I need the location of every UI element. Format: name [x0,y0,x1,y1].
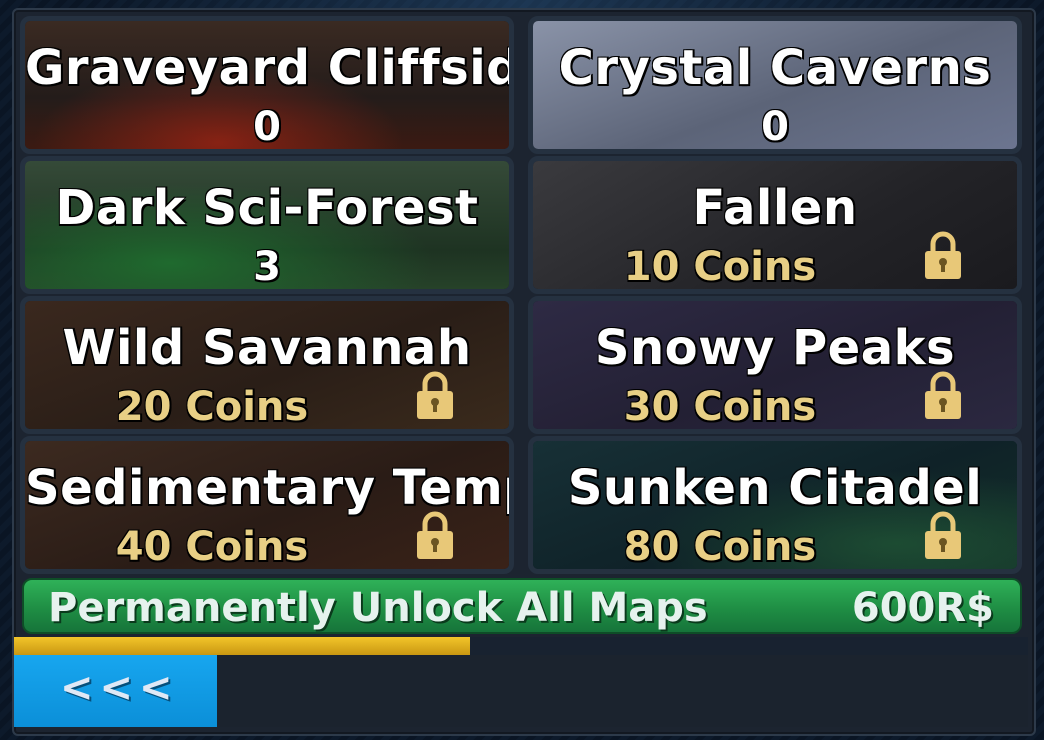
map-card-crystal-caverns[interactable]: Crystal Caverns 0 [528,16,1022,154]
map-name: Snowy Peaks [594,320,956,376]
map-name: Crystal Caverns [558,40,992,96]
map-wins-count: 0 [761,104,789,150]
map-card-dark-sci-forest[interactable]: Dark Sci-Forest 3 [20,156,514,294]
unlock-all-price: 600R$ [851,585,994,631]
progress-bar [14,637,1028,655]
padlock-icon [925,231,961,279]
map-select-screen: Graveyard Cliffside 0 Crystal Caverns 0 … [0,0,1044,740]
unlock-all-maps-button[interactable]: Permanently Unlock All Maps 600R$ [22,578,1022,634]
padlock-icon [925,371,961,419]
back-button[interactable]: <<< [14,655,217,727]
map-name: Sedimentary Temple [25,460,509,516]
unlock-all-label: Permanently Unlock All Maps [48,585,708,631]
padlock-icon [417,511,453,559]
back-button-label: <<< [60,665,179,711]
map-wins-count: 0 [253,104,281,150]
map-name: Sunken Citadel [567,460,983,516]
map-card-sunken-citadel[interactable]: Sunken Citadel 80 Coins [528,436,1022,574]
map-name: Fallen [692,180,858,236]
map-wins-count: 3 [253,244,281,290]
padlock-icon [417,371,453,419]
map-name: Wild Savannah [62,320,472,376]
map-card-graveyard-cliffside[interactable]: Graveyard Cliffside 0 [20,16,514,154]
map-card-fallen[interactable]: Fallen 10 Coins [528,156,1022,294]
padlock-icon [925,511,961,559]
map-card-sedimentary-temple[interactable]: Sedimentary Temple 40 Coins [20,436,514,574]
progress-fill [14,637,471,655]
map-card-snowy-peaks[interactable]: Snowy Peaks 30 Coins [528,296,1022,434]
map-name: Graveyard Cliffside [25,40,514,96]
map-name: Dark Sci-Forest [55,180,479,236]
map-card-wild-savannah[interactable]: Wild Savannah 20 Coins [20,296,514,434]
